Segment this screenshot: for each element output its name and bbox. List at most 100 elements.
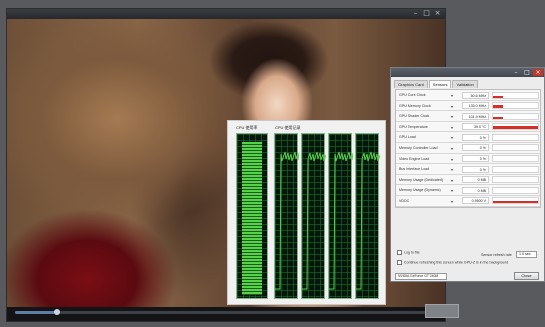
cpu-history-graphs	[274, 133, 380, 299]
sensor-graph-fill	[493, 105, 503, 109]
sensor-graph-fill	[493, 95, 503, 98]
cpu-usage-panel: CPU 使用率 CPU 使用记录	[227, 120, 386, 305]
sensor-value: 0 %	[462, 155, 489, 163]
sensor-dropdown-icon[interactable]: ▾	[451, 104, 453, 109]
sensor-table: GPU Core Clock ▾ 50.6 MHz GPU Memory Clock ▾…	[395, 89, 541, 208]
minimize-icon[interactable]: –	[411, 10, 420, 17]
sensor-name: GPU Temperature	[399, 124, 428, 129]
sensor-row: GPU Core Clock ▾ 50.6 MHz	[396, 90, 540, 101]
sensor-name: Memory Controller Load	[399, 145, 438, 150]
sensor-row: GPU Load ▾ 0 %	[396, 132, 540, 143]
sensor-name: Bus Interface Load	[399, 167, 430, 172]
gpuz-tab-bar: Graphics Card Sensors Validation	[394, 80, 541, 88]
sensor-graph-fill	[493, 201, 538, 204]
sensor-value: 0 %	[462, 133, 489, 141]
minimize-icon[interactable]: –	[511, 69, 521, 76]
cpu-history-line	[356, 151, 380, 290]
tab-graphics-card[interactable]: Graphics Card	[394, 80, 428, 88]
sensor-value: 135.0 MHz	[462, 102, 489, 110]
sensor-dropdown-icon[interactable]: ▾	[451, 93, 453, 98]
sensor-dropdown-icon[interactable]: ▾	[451, 114, 453, 119]
gpu-select[interactable]: NVIDIA GeForce GT 240M	[395, 273, 447, 280]
gpuz-window: – □ × Graphics Card Sensors Validation G…	[390, 67, 545, 282]
sensor-name: GPU Shader Clock	[399, 114, 430, 119]
sensor-name: GPU Memory Clock	[399, 103, 431, 108]
cpu-core-graph-1	[274, 133, 299, 299]
continue-refreshing-checkbox[interactable]	[397, 260, 402, 265]
sensor-row: GPU Shader Clock ▾ 101.9 MHz	[396, 111, 540, 122]
player-controls	[7, 307, 445, 321]
sensor-dropdown-icon[interactable]: ▾	[451, 167, 453, 172]
sensor-row: Memory Usage (Dynamic) ▾ 0 MB	[396, 185, 540, 196]
gpuz-titlebar: – □ ×	[391, 68, 544, 77]
cpu-history-label: CPU 使用记录	[275, 125, 301, 130]
sensor-graph	[492, 165, 539, 173]
sensor-row: VDDC ▾ 0.9500 V	[396, 196, 540, 207]
sensor-name: Memory Usage (Dynamic)	[399, 188, 441, 193]
cpu-history-line	[329, 151, 353, 290]
cpu-usage-bar	[242, 142, 262, 295]
sensor-value: 39.0 °C	[462, 123, 489, 131]
sensor-graph	[492, 112, 539, 120]
sensor-graph	[492, 102, 539, 110]
tab-validation[interactable]: Validation	[452, 80, 478, 88]
sensor-dropdown-icon[interactable]: ▾	[451, 199, 453, 204]
sensor-graph-fill	[493, 126, 538, 130]
sensor-graph	[492, 123, 539, 131]
close-icon[interactable]: ×	[433, 10, 442, 17]
sensor-graph	[492, 91, 539, 99]
sensor-row: GPU Temperature ▾ 39.0 °C	[396, 122, 540, 133]
sensor-value: 0.9500 V	[462, 197, 489, 205]
sensor-row: GPU Memory Clock ▾ 135.0 MHz	[396, 101, 540, 112]
log-to-file-checkbox[interactable]	[397, 250, 402, 255]
sensor-graph	[492, 144, 539, 152]
sensor-dropdown-icon[interactable]: ▾	[451, 188, 453, 193]
sensor-row: Memory Usage (Dedicated) ▾ 0 MB	[396, 175, 540, 186]
sensor-row: Bus Interface Load ▾ 0 %	[396, 164, 540, 175]
sensor-graph	[492, 155, 539, 163]
seek-bar[interactable]	[15, 309, 437, 315]
sensor-name: VDDC	[399, 198, 410, 203]
sensor-graph-fill	[493, 116, 503, 119]
cpu-usage-meter	[236, 133, 268, 299]
sensor-value: 0 %	[462, 144, 489, 152]
sensor-row: Memory Controller Load ▾ 0 %	[396, 143, 540, 154]
sensor-dropdown-icon[interactable]: ▾	[451, 178, 453, 183]
refresh-rate-label: Sensor refresh rate	[481, 253, 512, 257]
sensor-graph	[492, 176, 539, 184]
sensor-value: 0 MB	[462, 176, 489, 184]
sensor-name: Video Engine Load	[399, 156, 430, 161]
close-icon[interactable]: ×	[533, 69, 543, 76]
sensor-value: 0 MB	[462, 186, 489, 194]
sensor-name: Memory Usage (Dedicated)	[399, 177, 443, 182]
refresh-rate-select[interactable]: 1.0 sec	[516, 251, 537, 258]
cpu-history-line	[302, 151, 326, 290]
player-titlebar: – □ ×	[7, 9, 445, 19]
cpu-history-line	[275, 151, 299, 290]
sensor-value: 101.9 MHz	[462, 112, 489, 120]
cpu-core-graph-2	[301, 133, 326, 299]
sensor-graph	[492, 186, 539, 194]
sensor-dropdown-icon[interactable]: ▾	[451, 146, 453, 151]
sensor-name: GPU Load	[399, 135, 416, 140]
sensor-dropdown-icon[interactable]: ▾	[451, 125, 453, 130]
sensor-value: 0 %	[462, 165, 489, 173]
cpu-core-graph-4	[355, 133, 380, 299]
close-button[interactable]: Close	[514, 272, 539, 280]
cpu-usage-label: CPU 使用率	[236, 125, 258, 130]
sensor-name: GPU Core Clock	[399, 93, 426, 97]
taskbar-thumbnail[interactable]	[425, 304, 459, 318]
sensor-dropdown-icon[interactable]: ▾	[451, 157, 453, 162]
log-to-file-label: Log to file	[404, 250, 420, 255]
maximize-icon[interactable]: □	[522, 69, 532, 76]
sensor-graph	[492, 197, 539, 205]
seek-thumb[interactable]	[54, 309, 61, 315]
seek-progress-fill	[15, 311, 58, 314]
tab-sensors[interactable]: Sensors	[428, 80, 452, 88]
log-to-file-option[interactable]: Log to file	[397, 250, 420, 255]
cpu-core-graph-3	[328, 133, 353, 299]
maximize-icon[interactable]: □	[422, 10, 431, 17]
sensor-dropdown-icon[interactable]: ▾	[451, 135, 453, 140]
sensor-row: Video Engine Load ▾ 0 %	[396, 154, 540, 165]
continue-refreshing-option[interactable]: Continue refreshing this screen while GP…	[397, 260, 508, 265]
